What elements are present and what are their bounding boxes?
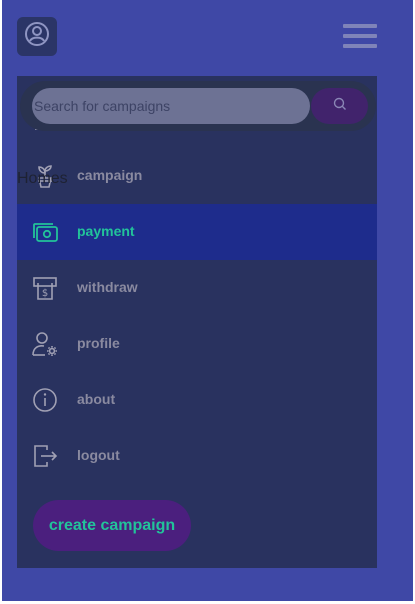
- sidebar-item-payment[interactable]: payment: [17, 204, 377, 260]
- info-icon: [31, 386, 59, 414]
- money-icon: [31, 218, 59, 246]
- sidebar-item-label: logout: [77, 447, 120, 463]
- sidebar-item-campaign[interactable]: campaign: [17, 148, 377, 204]
- search-button[interactable]: [311, 88, 368, 124]
- withdraw-icon: $: [31, 274, 59, 302]
- avatar-button[interactable]: [17, 17, 57, 56]
- sidebar-item-label: campaign: [77, 167, 143, 183]
- svg-text:$: $: [42, 288, 48, 299]
- sidebar-item-withdraw[interactable]: $ withdraw: [17, 260, 377, 316]
- logout-icon: [31, 442, 59, 470]
- search-icon: [333, 97, 347, 116]
- user-circle-icon: [24, 21, 50, 52]
- sidebar-item-about[interactable]: about: [17, 372, 377, 428]
- app-root: dashboard campaign: [0, 0, 415, 604]
- sidebar-item-profile[interactable]: profile: [17, 316, 377, 372]
- sidebar-item-logout[interactable]: logout: [17, 428, 377, 484]
- overflow-page-text: Homes: [17, 170, 68, 187]
- user-settings-icon: [31, 330, 59, 358]
- hamburger-menu-icon[interactable]: [343, 24, 377, 48]
- create-campaign-button[interactable]: create campaign: [33, 500, 191, 551]
- sidebar-item-label: withdraw: [77, 279, 138, 295]
- search-input[interactable]: [32, 88, 310, 124]
- sidebar-item-label: profile: [77, 335, 120, 351]
- sidebar-item-label: about: [77, 391, 116, 407]
- sidebar-item-label: payment: [77, 223, 135, 239]
